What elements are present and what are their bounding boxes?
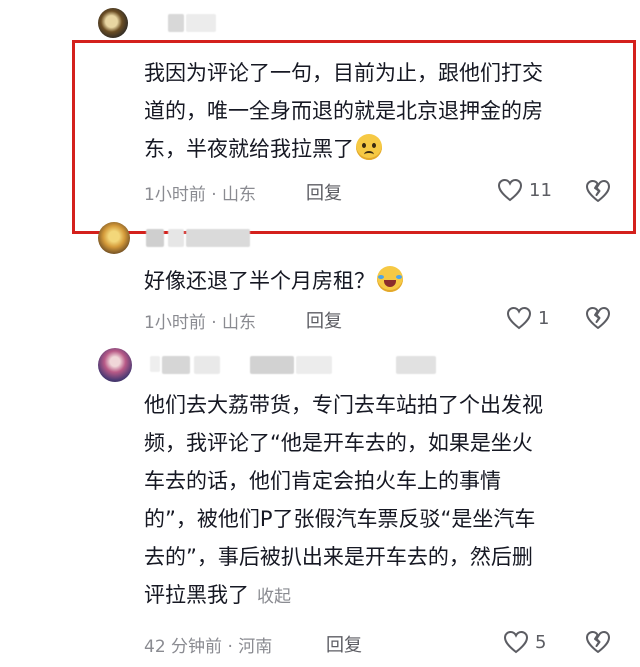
comment-text: 我因为评论了一句，目前为止，跟他们打交 道的，唯一全身而退的就是北京退押金的房 … — [144, 61, 543, 161]
blurred-username — [146, 229, 164, 247]
heart-icon — [497, 178, 523, 202]
heart-icon — [503, 630, 529, 654]
blurred-username — [396, 356, 436, 374]
comment-meta: 1小时前 · 山东 — [144, 313, 257, 333]
blurred-username — [186, 14, 216, 32]
comment-meta: 1小时前 · 山东 — [144, 185, 257, 205]
reply-button[interactable]: 回复 — [306, 179, 342, 205]
reply-button[interactable]: 回复 — [306, 307, 342, 333]
comment-meta: 42 分钟前 · 河南 — [144, 637, 273, 657]
collapse-link[interactable]: 收起 — [257, 587, 291, 607]
comment-text: 他们去大荔带货，专门去车站拍了个出发视 频，我评论了“他是开车去的，如果是坐火 … — [144, 393, 543, 607]
broken-heart-icon — [586, 631, 610, 653]
avatar[interactable] — [98, 348, 132, 382]
blurred-username — [194, 356, 220, 374]
broken-heart-icon — [586, 180, 610, 202]
heart-icon — [506, 306, 532, 330]
dislike-button[interactable] — [584, 178, 612, 208]
like-button[interactable]: 11 — [497, 178, 552, 202]
worried-face-emoji — [356, 134, 382, 160]
like-count: 11 — [529, 179, 552, 201]
like-button[interactable]: 1 — [506, 306, 549, 330]
like-count: 5 — [535, 631, 547, 653]
blurred-username — [186, 229, 250, 247]
avatar[interactable] — [98, 222, 130, 254]
like-button[interactable]: 5 — [503, 630, 546, 654]
reply-button[interactable]: 回复 — [326, 631, 362, 657]
laughing-crying-emoji — [377, 266, 403, 292]
dislike-button[interactable] — [584, 629, 612, 659]
blurred-username — [250, 356, 294, 374]
comment-text: 好像还退了半个月房租？ — [144, 262, 614, 300]
blurred-username — [162, 356, 190, 374]
dislike-button[interactable] — [584, 305, 612, 335]
blurred-username — [296, 356, 332, 374]
blurred-username — [168, 229, 184, 247]
like-count: 1 — [538, 307, 550, 329]
avatar[interactable] — [98, 8, 128, 38]
blurred-username — [168, 14, 184, 32]
blurred-username — [150, 356, 160, 372]
broken-heart-icon — [586, 307, 610, 329]
